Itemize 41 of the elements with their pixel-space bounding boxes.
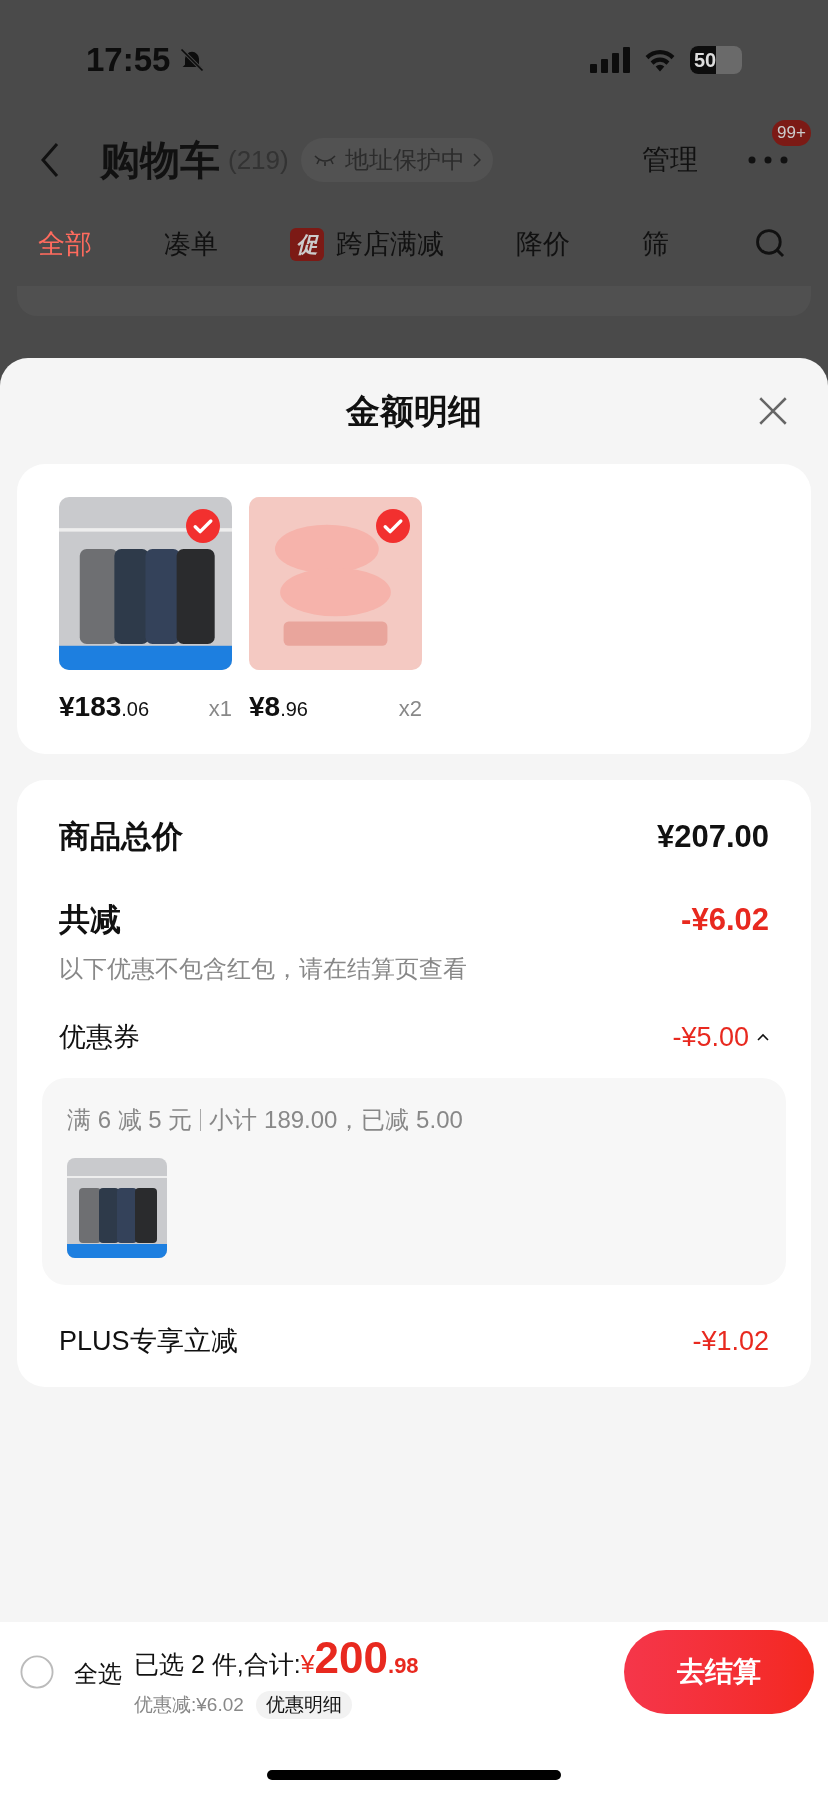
page-title: 购物车: [100, 137, 220, 184]
filter-tab[interactable]: 降价: [516, 223, 570, 265]
signal-icon: [590, 47, 630, 73]
total-label: 商品总价: [59, 818, 183, 856]
select-all-label[interactable]: 全选: [74, 1656, 122, 1692]
notification-badge: 99+: [772, 120, 811, 146]
chevron-right-icon: [472, 153, 481, 167]
closed-eye-icon: [312, 154, 337, 166]
coupon-toggle[interactable]: -¥5.00: [672, 1017, 769, 1058]
plus-discount-value: -¥1.02: [692, 1324, 769, 1358]
coupon-subtotal: 小计 189.00，已减 5.00: [209, 1104, 463, 1135]
status-time: 17:55: [86, 40, 171, 81]
discount-note: 以下优惠不包含红包，请在结算页查看: [58, 954, 468, 984]
filter-tab[interactable]: 筛: [642, 223, 669, 265]
product-quantity: x1: [208, 695, 232, 723]
coupon-rule: 满 6 减 5 元: [67, 1104, 193, 1135]
checkbox-icon[interactable]: [20, 1655, 54, 1689]
battery-indicator: 50: [690, 46, 742, 74]
chevron-up-icon: [757, 1033, 769, 1042]
discount-label: 共减: [59, 900, 121, 939]
filter-tab[interactable]: 全部: [38, 223, 92, 265]
more-icon[interactable]: [748, 156, 788, 164]
discount-value: -¥6.02: [681, 900, 769, 939]
back-icon[interactable]: [40, 142, 60, 178]
promo-tag: 促: [290, 227, 324, 261]
total-value: ¥207.00: [656, 818, 769, 856]
manage-link[interactable]: 管理: [642, 139, 698, 181]
filter-tab[interactable]: 促 跨店满减: [290, 223, 444, 265]
total-summary: 已选 2 件,合计:¥200.98: [134, 1631, 419, 1684]
product-quantity: x2: [398, 695, 422, 723]
product-price: ¥8.96: [249, 690, 308, 724]
discount-detail-button[interactable]: 优惠明细: [255, 1690, 352, 1720]
coupon-label: 优惠券: [59, 1021, 140, 1054]
checkmark-icon[interactable]: [376, 509, 410, 543]
product-price: ¥183.06: [59, 690, 150, 724]
sheet-title: 金额明细: [346, 390, 482, 432]
filter-tab[interactable]: 凑单: [164, 223, 218, 265]
saving-text: 优惠减:¥6.02: [134, 1692, 244, 1717]
plus-discount-label: PLUS专享立减: [59, 1324, 238, 1358]
checkout-button[interactable]: 去结算: [624, 1630, 814, 1714]
checkmark-icon[interactable]: [186, 509, 220, 543]
